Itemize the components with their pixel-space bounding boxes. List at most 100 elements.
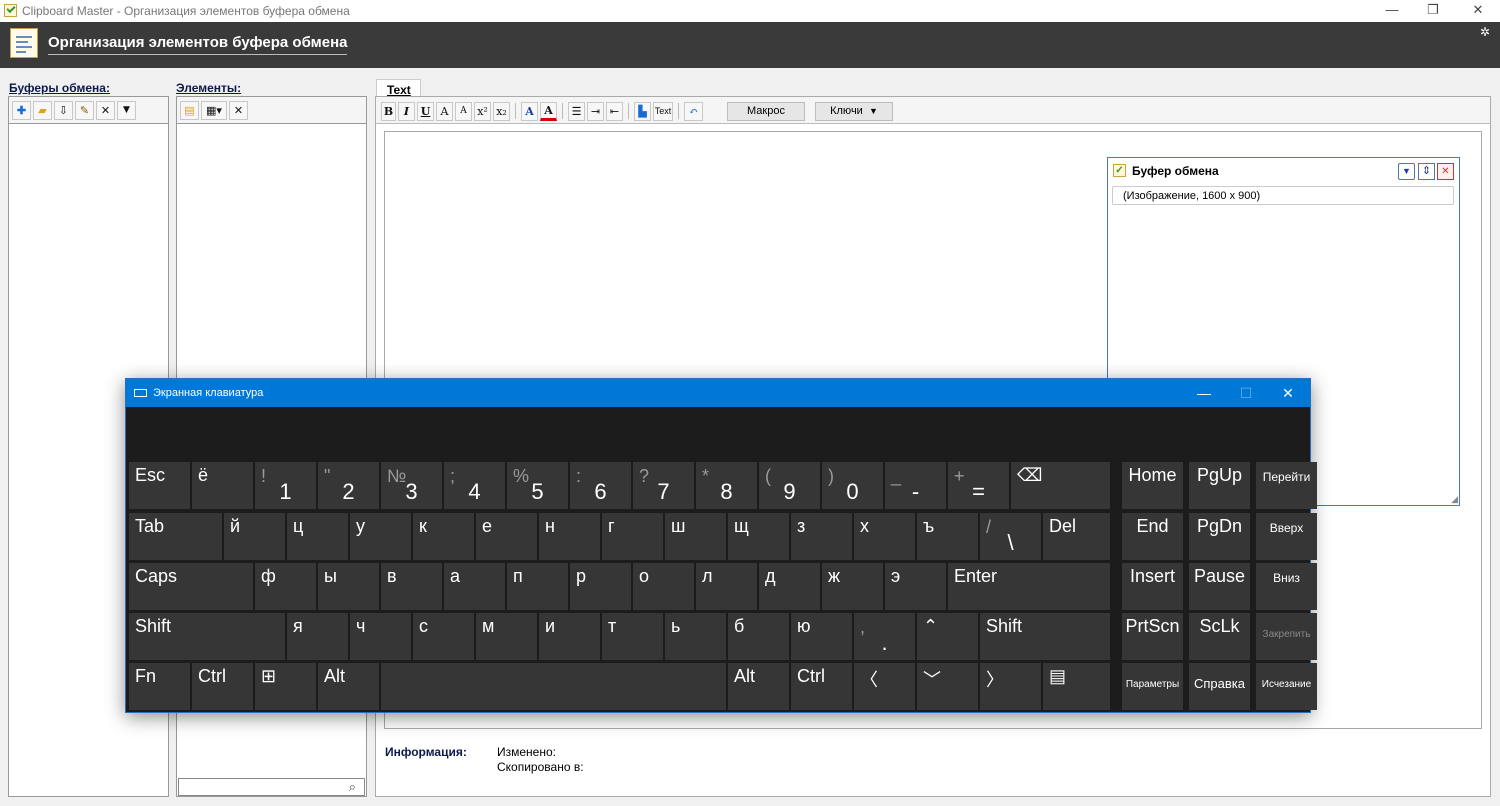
nav-key-Insert[interactable]: Insert [1122,563,1183,610]
key-а[interactable]: а [444,563,505,610]
key-ю[interactable]: ю [791,613,852,660]
clipboard-item[interactable]: (Изображение, 1600 x 900) [1112,186,1454,205]
superscript-button[interactable]: x² [474,101,491,121]
nav-key-End[interactable]: End [1122,513,1183,560]
outdent-icon[interactable]: ⇤ [606,101,623,121]
keyboard-minimize-button[interactable]: — [1184,381,1224,405]
text-format-button[interactable]: Text [653,101,673,121]
key-7[interactable]: ? 7 [633,462,694,509]
key-﹀[interactable]: ﹀ [917,663,978,710]
key-0[interactable]: ) 0 [822,462,883,509]
folder-icon[interactable]: ▰ [33,100,52,120]
key-〈[interactable]: 〈 [854,663,915,710]
key-ь[interactable]: ь [665,613,726,660]
bullets-icon[interactable]: ☰ [568,101,585,121]
key-▤[interactable]: ▤ [1043,663,1110,710]
nav-key-Home[interactable]: Home [1122,462,1183,509]
nav-key-PrtScn[interactable]: PrtScn [1122,613,1183,660]
key-ф[interactable]: ф [255,563,316,610]
nav-key-PgUp[interactable]: PgUp [1189,462,1250,509]
key-4[interactable]: ; 4 [444,462,505,509]
key-⊞[interactable]: ⊞ [255,663,316,710]
key-5[interactable]: % 5 [507,462,568,509]
key-с[interactable]: с [413,613,474,660]
new-item-icon[interactable]: ▤ [180,100,199,120]
key-я[interactable]: я [287,613,348,660]
shrink-font-button[interactable]: A [455,101,472,121]
delete-icon[interactable]: ✕ [96,100,115,120]
resize-grip-icon[interactable]: ◢ [1451,494,1458,505]
key-ц[interactable]: ц [287,513,348,560]
key-Shift[interactable]: Shift [980,613,1110,660]
key-з[interactable]: з [791,513,852,560]
font-color-button[interactable]: A [521,101,538,121]
key-г[interactable]: г [602,513,663,560]
search-input[interactable]: ⌕ [178,778,365,796]
nav-key-Исчезание[interactable]: Исчезание [1256,663,1317,710]
nav-key-Справка[interactable]: Справка [1189,663,1250,710]
nav-key-Вверх[interactable]: Вверх [1256,513,1317,560]
key-8[interactable]: * 8 [696,462,757,509]
nav-key-Закрепить[interactable]: Закрепить [1256,613,1317,660]
search-icon[interactable]: ⌕ [349,779,356,795]
key-й[interactable]: й [224,513,285,560]
restore-button[interactable]: ❐ [1411,0,1455,22]
keyboard-close-button[interactable]: ✕ [1268,381,1308,405]
key-Alt[interactable]: Alt [728,663,789,710]
subscript-button[interactable]: x₂ [493,101,510,121]
popup-close-icon[interactable]: ✕ [1437,163,1454,180]
key-и[interactable]: и [539,613,600,660]
key-щ[interactable]: щ [728,513,789,560]
key-х[interactable]: х [854,513,915,560]
paste-icon[interactable]: ⇩ [54,100,73,120]
keys-dropdown-button[interactable]: Ключи ▼ [815,101,893,121]
key-2[interactable]: " 2 [318,462,379,509]
key-м[interactable]: м [476,613,537,660]
key-Tab[interactable]: Tab [129,513,222,560]
key-ы[interactable]: ы [318,563,379,610]
key-о[interactable]: о [633,563,694,610]
popup-dropdown-icon[interactable]: ▼ [1398,163,1415,180]
nav-key-ScLk[interactable]: ScLk [1189,613,1250,660]
add-icon[interactable]: ✚ [12,100,31,120]
italic-button[interactable]: I [398,101,415,121]
indent-icon[interactable]: ⇥ [587,101,604,121]
macro-button[interactable]: Макрос [727,101,805,121]
key-⌃[interactable]: ⌃ [917,613,978,660]
key-9[interactable]: (9 [759,462,820,509]
key-.[interactable]: ,. [854,613,915,660]
key-в[interactable]: в [381,563,442,610]
key--[interactable]: _ - [885,462,946,509]
key-ж[interactable]: ж [822,563,883,610]
key-⌫[interactable]: ⌫ [1011,462,1110,509]
popup-pin-icon[interactable]: ⇕ [1418,163,1435,180]
key-у[interactable]: у [350,513,411,560]
nav-key-PgDn[interactable]: PgDn [1189,513,1250,560]
key-э[interactable]: э [885,563,946,610]
delete-icon[interactable]: ✕ [229,100,248,120]
grow-font-button[interactable]: A [436,101,453,121]
key-ч[interactable]: ч [350,613,411,660]
key-Enter[interactable]: Enter [948,563,1110,610]
key-п[interactable]: п [507,563,568,610]
key-ё[interactable]: ё [192,462,253,509]
key-6[interactable]: :6 [570,462,631,509]
key-\[interactable]: / \ [980,513,1041,560]
key-р[interactable]: р [570,563,631,610]
nav-key-Параметры[interactable]: Параметры [1122,663,1183,710]
key-е[interactable]: е [476,513,537,560]
image-icon[interactable]: ▙ [634,101,651,121]
highlight-button[interactable]: A [540,101,557,121]
key-space[interactable] [381,663,726,710]
underline-button[interactable]: U [417,101,434,121]
undo-icon[interactable]: ↶ [684,101,703,121]
edit-icon[interactable]: ✎ [75,100,94,120]
nav-key-Перейти[interactable]: Перейти [1256,462,1317,509]
key-Fn[interactable]: Fn [129,663,190,710]
key-т[interactable]: т [602,613,663,660]
nav-key-Pause[interactable]: Pause [1189,563,1250,610]
minimize-button[interactable]: — [1370,0,1414,22]
key-Shift[interactable]: Shift [129,613,285,660]
gear-icon[interactable]: ✲ [1480,25,1490,39]
key-Ctrl[interactable]: Ctrl [791,663,852,710]
